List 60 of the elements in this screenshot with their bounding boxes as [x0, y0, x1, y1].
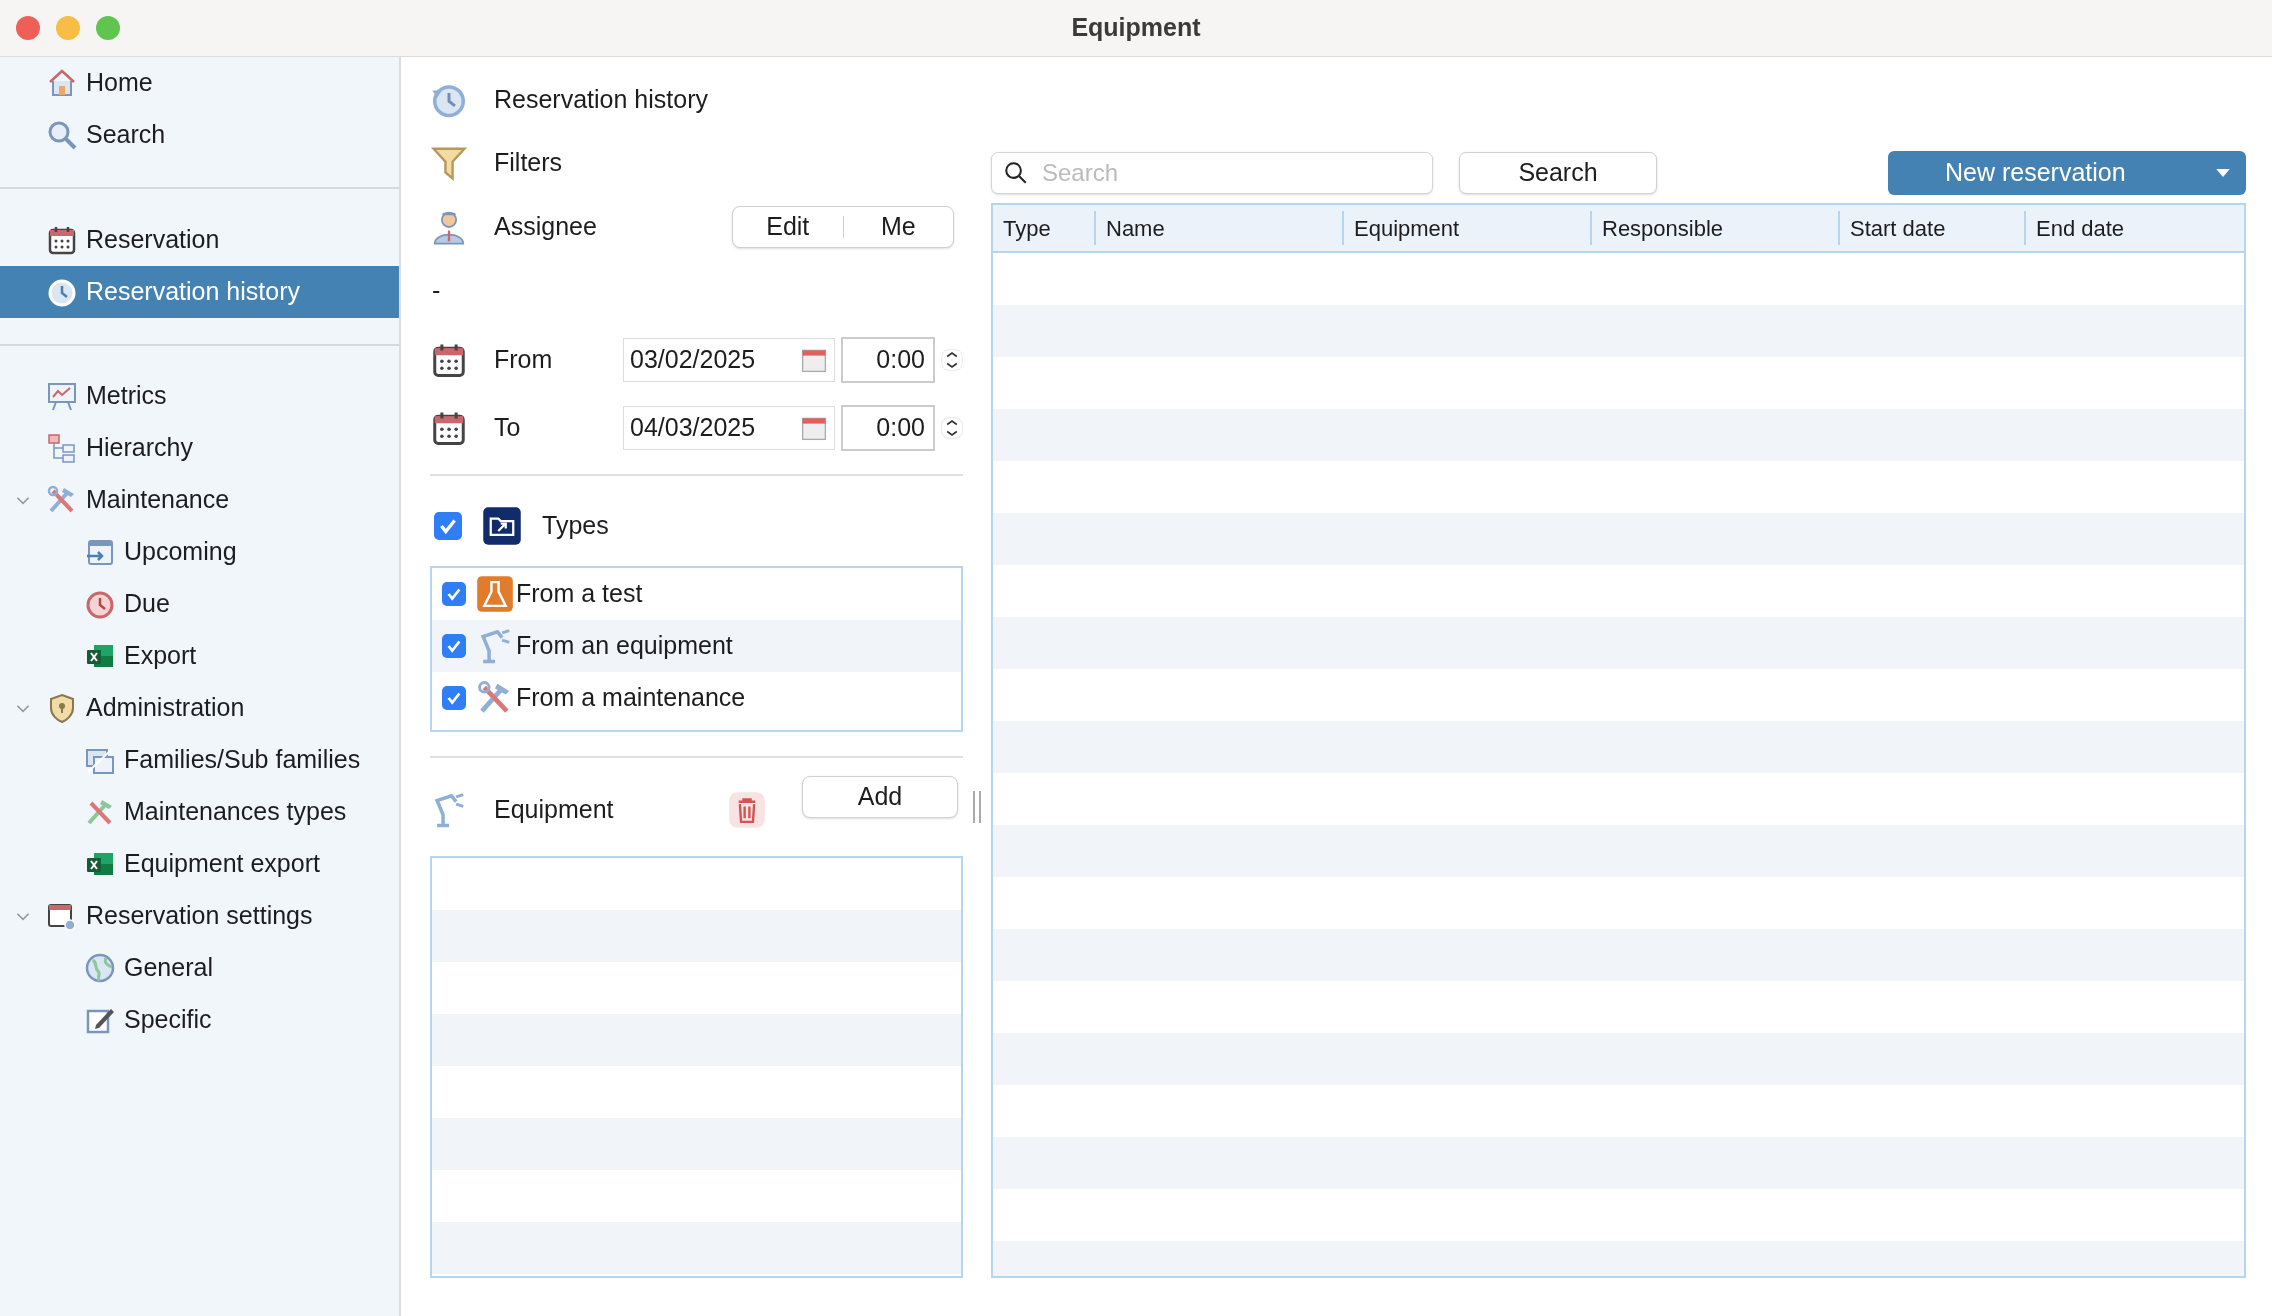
column-header[interactable]: Start date	[1838, 211, 2024, 245]
sidebar-item[interactable]: General	[0, 942, 399, 994]
search-icon	[46, 119, 78, 151]
trash-icon	[728, 791, 766, 829]
type-label: From a test	[516, 578, 643, 610]
sidebar-item[interactable]: Maintenance	[0, 474, 399, 526]
label: To	[494, 412, 521, 444]
new-reservation-button[interactable]: New reservation	[1888, 151, 2246, 195]
chart-board-icon	[46, 380, 78, 412]
label: Assignee	[494, 211, 597, 243]
segment-button[interactable]: Edit	[733, 207, 843, 247]
sidebar-item[interactable]: Home	[0, 57, 399, 109]
time-field[interactable]: 0:00	[841, 337, 935, 383]
calendar-icon	[46, 224, 78, 256]
sidebar-item[interactable]: Due	[0, 578, 399, 630]
time-field[interactable]: 0:00	[841, 405, 935, 451]
date-field[interactable]: 03/02/2025	[623, 338, 835, 382]
segment-button[interactable]: Me	[843, 207, 953, 247]
sidebar-item[interactable]: Families/Sub families	[0, 734, 399, 786]
flask-icon	[476, 575, 514, 613]
label: From	[494, 344, 553, 376]
sidebar-item[interactable]: Hierarchy	[0, 422, 399, 474]
search-field[interactable]: Search	[991, 152, 1433, 194]
checkbox[interactable]	[434, 512, 462, 540]
type-label: From a maintenance	[516, 682, 746, 714]
column-header[interactable]: End date	[2024, 211, 2244, 245]
sidebar-item[interactable]: Reservation settings	[0, 890, 399, 942]
label: Types	[542, 510, 609, 542]
column-header[interactable]: Name	[1094, 211, 1342, 245]
sidebar-item[interactable]: Administration	[0, 682, 399, 734]
sidebar-item[interactable]: Maintenances types	[0, 786, 399, 838]
sidebar-item[interactable]: Metrics	[0, 370, 399, 422]
sidebar-item[interactable]: Specific	[0, 994, 399, 1046]
globe-icon	[84, 952, 116, 984]
sidebar-item[interactable]: Reservation	[0, 214, 399, 266]
assignee-value: -	[432, 275, 441, 307]
close-button[interactable]	[16, 16, 40, 40]
sidebar-item[interactable]: Reservation history	[0, 266, 399, 318]
label: Reservation history	[494, 84, 708, 116]
checkbox[interactable]	[442, 634, 466, 658]
label: Equipment	[494, 794, 614, 826]
zoom-button[interactable]	[96, 16, 120, 40]
column-header[interactable]: Responsible	[1590, 211, 1838, 245]
search-button[interactable]: Search	[1459, 152, 1657, 194]
window-title: Equipment	[1070, 12, 1202, 44]
sidebar-item[interactable]: Equipment export	[0, 838, 399, 890]
hierarchy-icon	[46, 432, 78, 464]
date-field[interactable]: 04/03/2025	[623, 406, 835, 450]
sidebar-item[interactable]: Export	[0, 630, 399, 682]
checkbox[interactable]	[442, 582, 466, 606]
add-button[interactable]: Add	[802, 776, 958, 818]
splitter-handle[interactable]	[973, 790, 981, 823]
sidebar-item[interactable]: Upcoming	[0, 526, 399, 578]
column-header[interactable]: Equipment	[1342, 211, 1590, 245]
checkbox[interactable]	[442, 686, 466, 710]
type-label: From an equipment	[516, 630, 733, 662]
search-icon	[1003, 160, 1029, 186]
label: Filters	[494, 147, 563, 179]
column-header[interactable]: Type	[993, 211, 1094, 245]
sidebar-item[interactable]: Search	[0, 109, 399, 161]
